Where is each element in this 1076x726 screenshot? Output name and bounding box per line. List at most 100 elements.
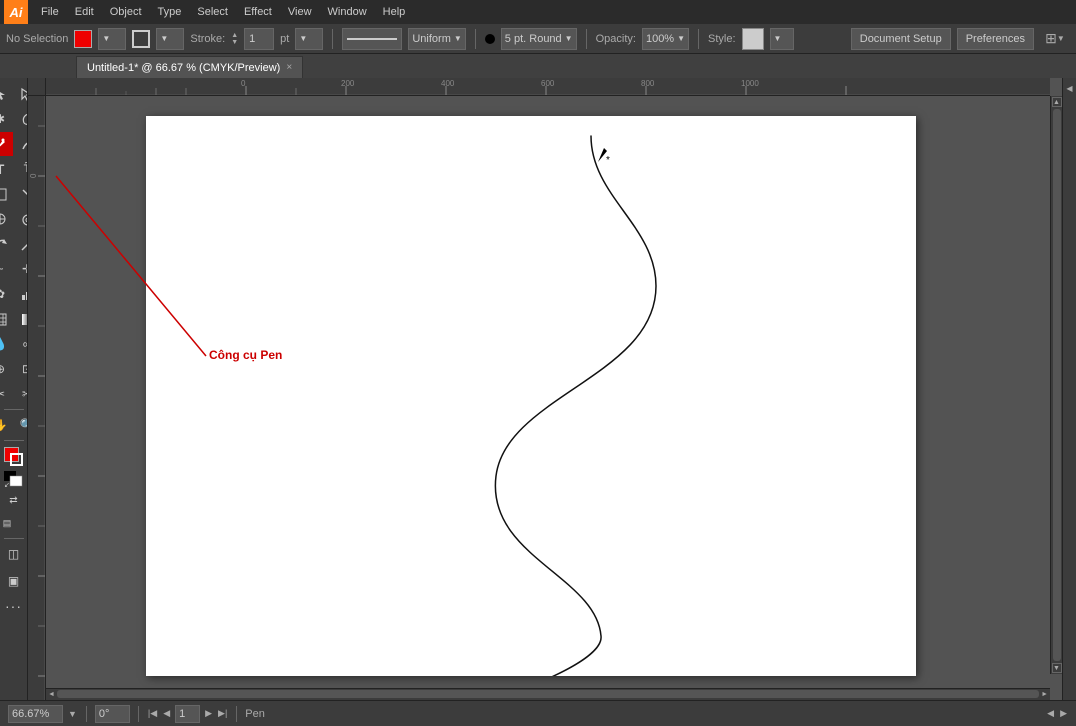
scroll-up-button[interactable]: ▲ (1052, 97, 1062, 107)
eraser-tool[interactable]: ✂ (0, 382, 13, 406)
stroke-line-dropdown[interactable]: Uniform ▼ (408, 28, 465, 50)
scroll-right-button[interactable]: ► (1041, 691, 1048, 698)
slice-tool[interactable]: ⊡ (14, 357, 28, 381)
menu-effect[interactable]: Effect (237, 4, 279, 20)
toolbar: ✱ T T̃ (0, 78, 28, 700)
type-tool[interactable]: T (0, 157, 13, 181)
scroll-left-button[interactable]: ◄ (48, 691, 55, 698)
stroke-unit-dropdown[interactable]: ▼ (295, 28, 323, 50)
status-sep1 (86, 706, 87, 722)
eye-blend-tools: 💧 ∞ (0, 332, 28, 356)
select-tool[interactable] (0, 82, 13, 106)
menu-edit[interactable]: Edit (68, 4, 101, 20)
document-setup-button[interactable]: Document Setup (851, 28, 951, 50)
fill-dropdown[interactable]: ▼ (98, 28, 126, 50)
preferences-button[interactable]: Preferences (957, 28, 1034, 50)
document-tab[interactable]: Untitled-1* @ 66.67 % (CMYK/Preview) × (76, 56, 303, 78)
stroke-dropdown[interactable]: ▼ (156, 28, 184, 50)
free-transform-tool[interactable]: ✛ (14, 257, 28, 281)
menu-window[interactable]: Window (321, 4, 374, 20)
swap-colors-button[interactable]: ⇄ (1, 490, 27, 510)
pen-tool[interactable] (0, 132, 13, 156)
graph-tool[interactable] (14, 282, 28, 306)
draw-behind[interactable]: ◫ (1, 542, 27, 566)
scale-tool[interactable] (14, 232, 28, 256)
main-area: ✱ T T̃ (0, 78, 1076, 700)
first-page-button[interactable]: |◀ (147, 708, 158, 719)
menu-select[interactable]: Select (190, 4, 235, 20)
stroke-value-input[interactable] (244, 28, 274, 50)
gradient-tool[interactable] (14, 307, 28, 331)
curvature-tool[interactable] (14, 132, 28, 156)
style-swatch[interactable] (742, 28, 764, 50)
canvas-wrapper[interactable]: * Công cụ Pen (46, 96, 1050, 700)
scissors-tool[interactable]: ✂ (14, 382, 28, 406)
arc-tool[interactable] (14, 182, 28, 206)
nav-tools: ✋ 🔍 (0, 413, 28, 437)
menu-type[interactable]: Type (151, 4, 189, 20)
menu-file[interactable]: File (34, 4, 66, 20)
gradient-button[interactable]: ▤ (0, 511, 20, 535)
scroll-thumb-bottom[interactable] (57, 690, 1039, 698)
default-colors-button[interactable]: ↙ (1, 469, 27, 489)
svg-text:400: 400 (441, 79, 455, 88)
tab-close-button[interactable]: × (286, 62, 292, 73)
scroll-down-button[interactable]: ▼ (1052, 663, 1062, 673)
blob-brush-tool[interactable] (14, 207, 28, 231)
next-page-button[interactable]: ▶ (204, 708, 213, 719)
transform-tools (0, 232, 28, 256)
stroke-stepper[interactable]: ▲ ▼ (231, 28, 238, 50)
paintbrush-tool[interactable] (0, 207, 13, 231)
touch-type-tool[interactable]: T̃ (14, 157, 28, 181)
fill-swatch[interactable] (74, 30, 92, 48)
panel-strip: ◀ (1062, 78, 1076, 700)
zoom-dropdown-arrow[interactable]: ▼ (67, 709, 78, 719)
brush-dropdown[interactable]: 5 pt. Round ▼ (501, 28, 577, 50)
magic-wand-tool[interactable]: ✱ (0, 107, 13, 131)
zoom-input[interactable] (8, 705, 63, 723)
zoom-tool[interactable]: 🔍 (14, 413, 28, 437)
screen-mode-button[interactable]: ▣ (1, 569, 27, 593)
style-label: Style: (708, 33, 736, 45)
none-button[interactable]: ⊘ (21, 511, 28, 535)
rotate-tool[interactable] (0, 232, 13, 256)
direct-select-tool[interactable] (14, 82, 28, 106)
tool-sep3 (4, 538, 24, 539)
separator4 (698, 29, 699, 49)
status-info-arrow[interactable]: ◀ (1046, 708, 1055, 719)
scroll-thumb-right[interactable] (1053, 109, 1061, 661)
menu-help[interactable]: Help (376, 4, 413, 20)
scrollbar-right[interactable]: ▲ ▼ (1050, 96, 1062, 674)
brush-dot (485, 34, 495, 44)
arrange-button[interactable]: ⊞ ▼ (1040, 30, 1070, 47)
warp-tool[interactable]: ~ (0, 257, 13, 281)
status-info-right[interactable]: ▶ (1059, 708, 1068, 719)
eyedropper-tool[interactable]: 💧 (0, 332, 13, 356)
panel-collapse-button[interactable]: ◀ (1064, 82, 1076, 94)
opacity-dropdown[interactable]: 100% ▼ (642, 28, 689, 50)
stroke-line-preview[interactable] (342, 28, 402, 50)
page-input[interactable] (175, 705, 200, 723)
prev-page-button[interactable]: ◀ (162, 708, 171, 719)
stroke-line-arrow: ▼ (454, 34, 462, 43)
angle-input[interactable] (95, 705, 130, 723)
scrollbar-bottom[interactable]: ◄ ► (46, 688, 1050, 700)
brush-label: 5 pt. Round (505, 33, 562, 45)
style-dropdown[interactable]: ▼ (770, 28, 794, 50)
brush-tools (0, 207, 28, 231)
magic-tools: ✱ (0, 107, 28, 131)
symbol-sprayer-tool[interactable]: ✿ (0, 282, 13, 306)
more-tools-button[interactable]: ··· (1, 594, 27, 618)
mesh-tool[interactable] (0, 307, 13, 331)
menu-object[interactable]: Object (103, 4, 149, 20)
hand-tool[interactable]: ✋ (0, 413, 13, 437)
last-page-button[interactable]: ▶| (217, 708, 228, 719)
live-paint-tool[interactable]: ⊕ (0, 357, 13, 381)
canvas-area: 0 200 400 600 800 1000 0 (28, 78, 1062, 700)
line-segment-tool[interactable] (0, 182, 13, 206)
lasso-tool[interactable] (14, 107, 28, 131)
menu-view[interactable]: View (281, 4, 319, 20)
color-swatch-block[interactable] (1, 444, 27, 468)
blend-tool[interactable]: ∞ (14, 332, 28, 356)
stroke-color-swatch[interactable] (132, 30, 150, 48)
